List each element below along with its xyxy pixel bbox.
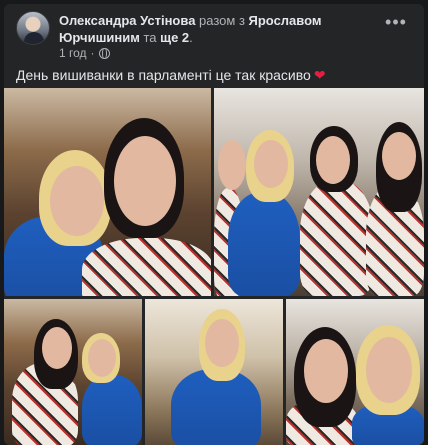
post-message: День вишиванки в парламенті це так краси… [16,67,311,83]
person-body [228,192,300,296]
author-avatar[interactable] [16,11,50,45]
person-face [382,132,416,180]
person-face [366,337,412,403]
post-text: День вишиванки в парламенті це так краси… [16,67,326,84]
person-face [316,136,350,184]
author-name[interactable]: Олександра Устінова [59,13,195,28]
person-body [82,375,142,445]
person-face [218,140,246,190]
post-card: Олександра Устінова разом з Ярославом Юр… [4,4,424,445]
post-time[interactable]: 1 год [59,46,87,60]
person-face [304,339,348,403]
person-face [205,319,239,367]
post-meta: 1 год · [59,46,110,60]
separator-dot: · [90,46,95,60]
author-line: Олександра Устінова разом з Ярославом Юр… [59,12,399,46]
with-text: разом з [195,13,249,28]
photo-2[interactable] [214,88,424,296]
photo-5[interactable] [286,299,424,445]
person-face [114,136,176,226]
and-text: та [139,30,161,45]
photo-3[interactable] [4,299,142,445]
post-header: Олександра Устінова разом з Ярославом Юр… [16,11,414,60]
globe-icon[interactable] [98,47,110,59]
person-face [42,327,72,369]
period: . [189,30,193,45]
person-face [88,339,116,377]
more-options-button[interactable]: ••• [384,13,408,33]
person-face [254,140,288,188]
photo-grid [4,88,424,445]
photo-1[interactable] [4,88,211,296]
person-face [50,166,104,236]
tagged-others[interactable]: ще 2 [160,30,189,45]
heart-icon: ❤ [313,67,326,83]
person-body [300,180,374,296]
person-body [82,238,211,296]
more-dots-icon: ••• [385,12,407,32]
photo-4[interactable] [145,299,283,445]
